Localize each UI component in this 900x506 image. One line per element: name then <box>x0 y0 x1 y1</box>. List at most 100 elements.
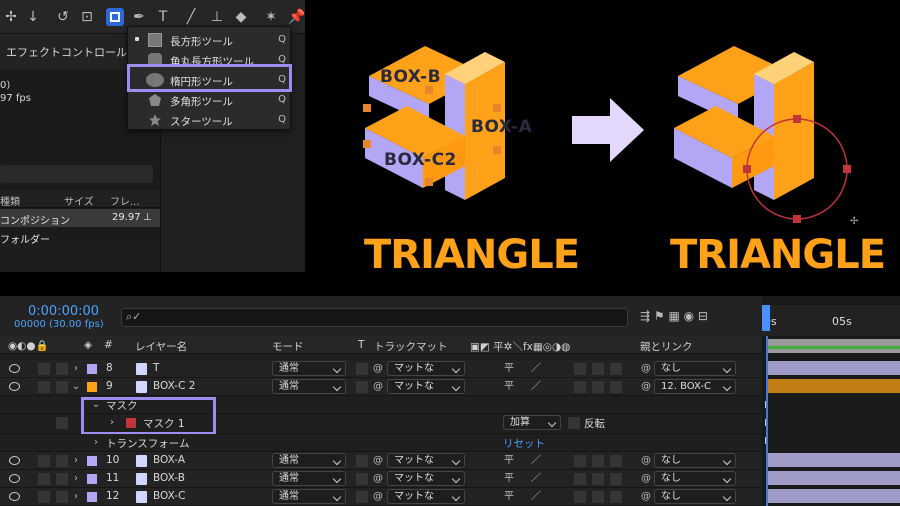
project-row-folder[interactable]: フォルダー <box>0 228 160 246</box>
header-mode[interactable]: モード <box>272 339 304 354</box>
quality-switch-icon[interactable]: ／ <box>530 455 542 467</box>
shy-switch-icon[interactable]: 平 <box>503 455 515 467</box>
pick-whip-icon[interactable]: @ <box>640 363 652 375</box>
adjustment-toggle[interactable] <box>592 363 604 375</box>
mask-mode-select[interactable]: 加算 <box>503 415 561 430</box>
transform-row[interactable]: › トランスフォーム リセット <box>0 434 762 452</box>
layer-name[interactable]: BOX-B <box>153 472 185 484</box>
project-row-composition[interactable]: コンポジション 29.97 ⊥ <box>0 209 160 227</box>
header-size[interactable]: サイズ <box>64 193 94 208</box>
shy-switch-icon[interactable]: 平 <box>503 491 515 503</box>
layer-row-9[interactable]: ⌄ 9 BOX-C 2 通常 @ マットな 平 ／ @ 12. BOX-C <box>0 378 762 396</box>
stamp-icon[interactable]: ⊥ <box>208 8 226 26</box>
motion-blur-toggle[interactable] <box>574 381 586 393</box>
track-matte-select[interactable]: マットな <box>387 379 465 394</box>
lock-toggle[interactable] <box>56 455 68 467</box>
pen-icon[interactable]: ✒ <box>130 8 148 26</box>
matte-link-icon[interactable]: @ <box>372 473 384 485</box>
adjustment-toggle[interactable] <box>592 381 604 393</box>
layer-name[interactable]: BOX-C <box>153 490 185 502</box>
layer-row-11[interactable]: › 11 BOX-B 通常 @ マットな 平 ／ @ なし <box>0 470 762 488</box>
layer-bar-9[interactable] <box>766 379 900 393</box>
layer-bar-12[interactable] <box>766 489 900 503</box>
parent-select[interactable]: なし <box>654 471 736 486</box>
visibility-eye-icon[interactable] <box>9 492 20 501</box>
rectangle-tool-icon[interactable] <box>106 8 124 26</box>
lock-toggle[interactable] <box>56 491 68 503</box>
matte-link-icon[interactable]: @ <box>372 491 384 503</box>
3d-toggle[interactable] <box>610 491 622 503</box>
3d-toggle[interactable] <box>610 381 622 393</box>
track-matte-select[interactable]: マットな <box>387 361 465 376</box>
blend-mode-select[interactable]: 通常 <box>272 453 346 468</box>
shy-switch-icon[interactable]: 平 <box>503 381 515 393</box>
visibility-eye-icon[interactable] <box>9 382 20 391</box>
blend-mode-select[interactable]: 通常 <box>272 379 346 394</box>
matte-link-icon[interactable]: @ <box>372 363 384 375</box>
pick-whip-icon[interactable]: @ <box>640 473 652 485</box>
label-color-swatch[interactable] <box>87 492 97 502</box>
adjustment-toggle[interactable] <box>592 473 604 485</box>
label-color-swatch[interactable] <box>87 382 97 392</box>
label-color-swatch[interactable] <box>87 474 97 484</box>
solo-toggle[interactable] <box>38 473 50 485</box>
brush-icon[interactable]: ╱ <box>182 8 200 26</box>
solo-toggle[interactable] <box>38 455 50 467</box>
reset-link[interactable]: リセット <box>503 436 545 451</box>
expand-chevron-icon[interactable]: › <box>70 491 82 503</box>
header-type[interactable]: 種類 <box>0 193 20 208</box>
preserve-transparency-toggle[interactable] <box>356 473 368 485</box>
shy-switch-icon[interactable]: 平 <box>503 473 515 485</box>
lock-toggle[interactable] <box>56 473 68 485</box>
layer-row-12[interactable]: › 12 BOX-C 通常 @ マットな 平 ／ @ なし <box>0 488 762 506</box>
label-color-swatch[interactable] <box>87 456 97 466</box>
parent-select[interactable]: なし <box>654 453 736 468</box>
visibility-eye-icon[interactable] <box>9 364 20 373</box>
header-parent[interactable]: 親とリンク <box>640 339 693 354</box>
adjustment-toggle[interactable] <box>592 491 604 503</box>
layer-row-10[interactable]: › 10 BOX-A 通常 @ マットな 平 ／ @ なし <box>0 452 762 470</box>
project-search-input[interactable] <box>0 165 153 183</box>
invert-checkbox[interactable] <box>568 417 580 429</box>
blend-mode-select[interactable]: 通常 <box>272 489 346 504</box>
zoom-icon[interactable]: ↓ <box>24 8 42 26</box>
playhead[interactable] <box>762 305 770 331</box>
parent-select[interactable]: なし <box>654 489 736 504</box>
layer-bar-11[interactable] <box>766 471 900 485</box>
visibility-eye-icon[interactable] <box>9 456 20 465</box>
header-track-matte[interactable]: トラックマット <box>374 339 448 354</box>
text-icon[interactable]: T <box>154 8 172 26</box>
lock-toggle[interactable] <box>56 363 68 375</box>
camera-icon[interactable]: ⊡ <box>78 8 96 26</box>
motion-blur-toggle[interactable] <box>574 455 586 467</box>
3d-toggle[interactable] <box>610 455 622 467</box>
3d-toggle[interactable] <box>610 473 622 485</box>
label-color-swatch[interactable] <box>87 364 97 374</box>
layer-name[interactable]: BOX-A <box>153 454 185 466</box>
menu-item-rectangle[interactable]: 長方形ツール Q <box>128 30 292 50</box>
mask-lock-toggle[interactable] <box>56 417 68 429</box>
quality-switch-icon[interactable]: ／ <box>530 381 542 393</box>
menu-item-polygon[interactable]: 多角形ツール Q <box>128 90 292 110</box>
layer-name[interactable]: BOX-C 2 <box>153 380 195 392</box>
expand-chevron-icon[interactable]: › <box>70 473 82 485</box>
adjustment-toggle[interactable] <box>592 455 604 467</box>
solo-toggle[interactable] <box>38 363 50 375</box>
matte-link-icon[interactable]: @ <box>372 455 384 467</box>
pin-icon[interactable]: 📌 <box>288 8 305 26</box>
pick-whip-icon[interactable]: @ <box>640 455 652 467</box>
motion-blur-toggle[interactable] <box>574 473 586 485</box>
visibility-eye-icon[interactable] <box>9 474 20 483</box>
puppet-icon[interactable]: ✶ <box>262 8 280 26</box>
expand-chevron-icon[interactable]: › <box>70 455 82 467</box>
timeline-switch-icons[interactable]: ⇶ ⚑ ▦ ◉ ⊟ <box>640 309 708 323</box>
blend-mode-select[interactable]: 通常 <box>272 361 346 376</box>
3d-toggle[interactable] <box>610 363 622 375</box>
layer-row-8[interactable]: › 8 T 通常 @ マットな 平 ／ @ なし <box>0 360 762 378</box>
track-matte-select[interactable]: マットな <box>387 489 465 504</box>
motion-blur-toggle[interactable] <box>574 363 586 375</box>
lock-toggle[interactable] <box>56 381 68 393</box>
rotate-icon[interactable]: ↺ <box>54 8 72 26</box>
layer-search-input[interactable]: ⌕✓ <box>121 308 628 327</box>
eraser-icon[interactable]: ◆ <box>232 8 250 26</box>
